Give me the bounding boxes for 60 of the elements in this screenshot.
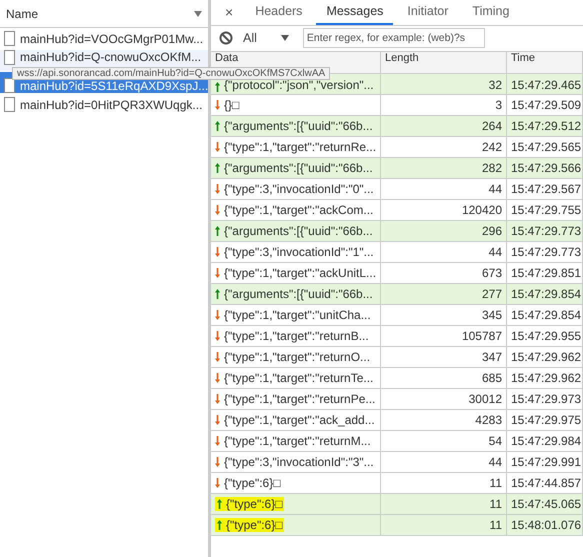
table-cell: 15:47:29.955 bbox=[507, 326, 583, 347]
column-header: Length bbox=[381, 52, 507, 74]
message-data: {"type":6}□ bbox=[226, 518, 282, 532]
table-cell: 54 bbox=[381, 431, 507, 452]
table-cell: 347 bbox=[381, 347, 507, 368]
table-cell: 345 bbox=[381, 305, 507, 326]
table-cell: 15:47:29.512 bbox=[507, 116, 583, 137]
message-data: {"type":6}□ bbox=[224, 476, 280, 490]
message-data: {"type":1,"target":"ack_add... bbox=[224, 413, 375, 427]
table-cell: 15:48:01.076 bbox=[507, 515, 583, 536]
table-cell: 15:47:29.465 bbox=[507, 74, 583, 95]
table-cell: 277 bbox=[381, 284, 507, 305]
table-cell: 15:47:29.773 bbox=[507, 242, 583, 263]
message-data: {"type":1,"target":"unitCha... bbox=[224, 308, 371, 322]
table-cell: 15:47:29.991 bbox=[507, 452, 583, 473]
message-data: {"protocol":"json","version"... bbox=[224, 78, 374, 92]
table-cell: 32 bbox=[381, 74, 507, 95]
column-header: Time bbox=[507, 52, 583, 74]
table-cell: 15:47:29.773 bbox=[507, 221, 583, 242]
table-cell: 4283 bbox=[381, 410, 507, 431]
table-cell: 15:47:45.065 bbox=[507, 494, 583, 515]
message-data: {"arguments":[{"uuid":"66b... bbox=[224, 224, 373, 238]
table-cell: 264 bbox=[381, 116, 507, 137]
table-cell: 105787 bbox=[381, 326, 507, 347]
message-data: {"type":1,"target":"ackCom... bbox=[224, 203, 374, 217]
table-cell: 15:47:29.962 bbox=[507, 347, 583, 368]
table-cell: 11 bbox=[381, 515, 507, 536]
table-cell: 15:47:29.566 bbox=[507, 158, 583, 179]
message-data: {"arguments":[{"uuid":"66b... bbox=[224, 161, 373, 175]
message-data: {"type":1,"target":"returnRe... bbox=[224, 140, 376, 154]
message-data: {"type":1,"target":"returnM... bbox=[224, 434, 371, 448]
table-cell: 296 bbox=[381, 221, 507, 242]
table-cell: 15:47:29.962 bbox=[507, 368, 583, 389]
message-data: {"type":1,"target":"returnPe... bbox=[224, 392, 376, 406]
table-cell: 15:47:29.854 bbox=[507, 305, 583, 326]
table-cell: 15:47:29.854 bbox=[507, 284, 583, 305]
tooltip: wss://api.sonorancad.com/mainHub?id=Q-cnowuOxcOKfMS7CxlwAA bbox=[12, 67, 330, 80]
table-cell: 685 bbox=[381, 368, 507, 389]
table-cell: 282 bbox=[381, 158, 507, 179]
table-cell: 15:47:29.567 bbox=[507, 179, 583, 200]
message-data: {}□ bbox=[224, 98, 240, 112]
table-cell: 15:47:29.975 bbox=[507, 410, 583, 431]
table-cell: 44 bbox=[381, 242, 507, 263]
table-cell: 44 bbox=[381, 179, 507, 200]
column-header: Name bbox=[6, 6, 38, 20]
message-data: {"type":1,"target":"returnO... bbox=[224, 350, 370, 364]
table-cell: 44 bbox=[381, 452, 507, 473]
message-data: {"type":3,"invocationId":"0"... bbox=[224, 182, 374, 196]
table-cell: 30012 bbox=[381, 389, 507, 410]
message-data: {"type":1,"target":"ackUnitL... bbox=[224, 266, 376, 280]
message-data: {"type":3,"invocationId":"3"... bbox=[224, 455, 374, 469]
message-data: {"type":6}□ bbox=[226, 497, 282, 511]
message-data: {"arguments":[{"uuid":"66b... bbox=[224, 287, 373, 301]
message-data: {"type":1,"target":"returnTe... bbox=[224, 371, 374, 385]
message-data: {"type":1,"target":"returnB... bbox=[224, 329, 369, 343]
table-cell: 11 bbox=[381, 494, 507, 515]
message-data: {"type":3,"invocationId":"1"... bbox=[224, 245, 374, 259]
table-cell: 15:47:29.973 bbox=[507, 389, 583, 410]
table-cell: 15:47:29.984 bbox=[507, 431, 583, 452]
message-data: {"arguments":[{"uuid":"66b... bbox=[224, 119, 373, 133]
